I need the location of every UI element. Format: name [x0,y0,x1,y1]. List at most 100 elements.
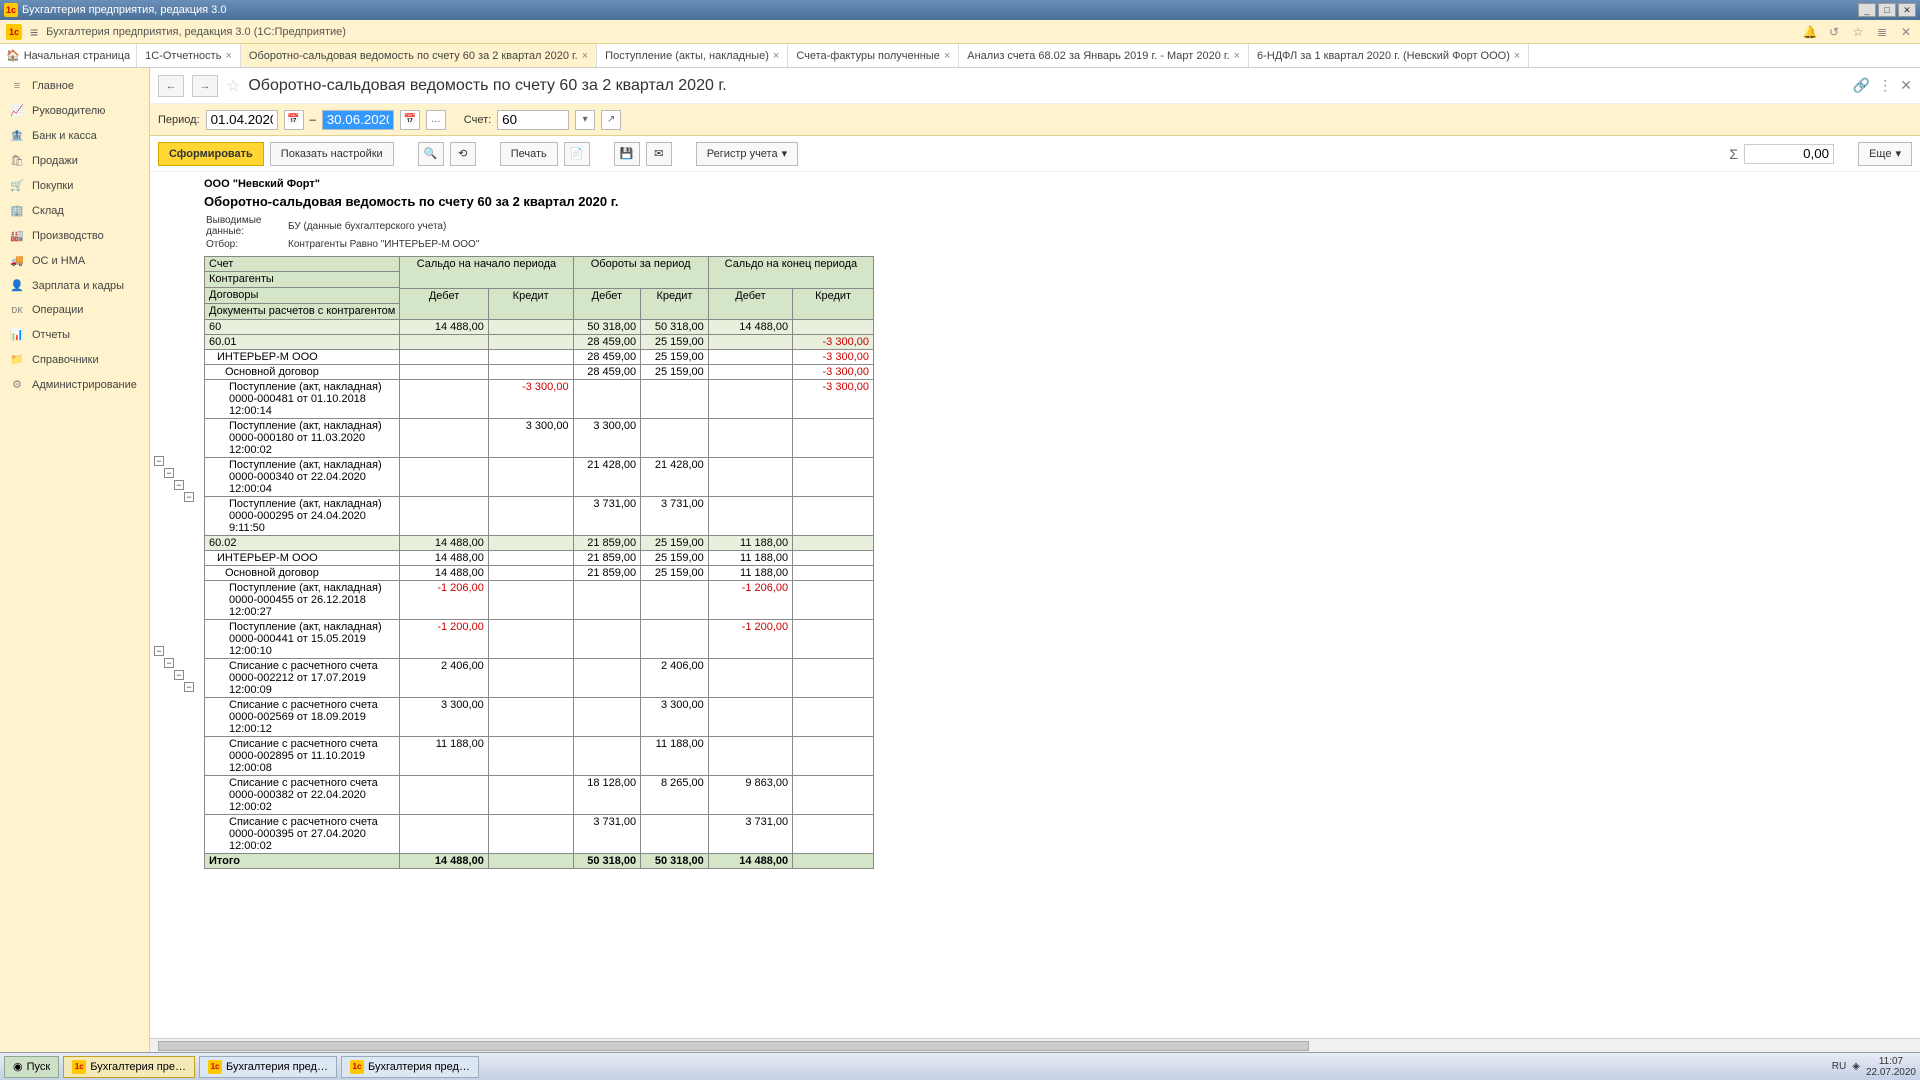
taskbar-label: Бухгалтерия пре… [90,1061,186,1073]
taskbar-app3[interactable]: 1cБухгалтерия пред… [341,1056,479,1078]
tab-close-icon[interactable]: × [1514,50,1520,62]
save-button[interactable]: 💾 [614,142,640,166]
maximize-button[interactable]: □ [1878,3,1896,17]
sidebar-label: ОС и НМА [32,255,85,267]
table-row[interactable]: Списание с расчетного счета 0000-002895 … [205,737,874,776]
taskbar-app1[interactable]: 1cБухгалтерия пре… [63,1056,195,1078]
sidebar-item[interactable]: 🏭Производство [0,223,149,248]
table-row[interactable]: Списание с расчетного счета 0000-002569 … [205,698,874,737]
nav-back-button[interactable]: ← [158,75,184,97]
tab-invoice[interactable]: Счета-фактуры полученные× [788,44,959,67]
more-icon[interactable]: ⋮ [1878,77,1892,94]
sidebar-item[interactable]: 🏢Склад [0,198,149,223]
horizontal-scrollbar[interactable] [150,1038,1920,1052]
table-row[interactable]: Списание с расчетного счета 0000-000382 … [205,776,874,815]
table-row[interactable]: Списание с расчетного счета 0000-000395 … [205,815,874,854]
sidebar-item[interactable]: ᴅᴋОперации [0,298,149,322]
tree-toggle-icon[interactable]: − [184,682,194,692]
table-row[interactable]: Поступление (акт, накладная) 0000-000441… [205,620,874,659]
table-row[interactable]: Итого14 488,0050 318,0050 318,0014 488,0… [205,854,874,869]
link-icon[interactable]: 🔗 [1853,77,1870,94]
table-row[interactable]: ИНТЕРЬЕР-М ООО28 459,0025 159,00-3 300,0… [205,350,874,365]
sum-input[interactable] [1744,144,1834,164]
show-settings-button[interactable]: Показать настройки [270,142,394,166]
register-button[interactable]: Регистр учета ▾ [696,142,798,166]
tray-icon[interactable]: ◈ [1852,1061,1860,1072]
sidebar-item[interactable]: 🛒Покупки [0,173,149,198]
email-button[interactable]: ✉ [646,142,672,166]
table-row[interactable]: Поступление (акт, накладная) 0000-000481… [205,380,874,419]
clock[interactable]: 11:07 22.07.2020 [1866,1056,1916,1078]
nav-forward-button[interactable]: → [192,75,218,97]
tree-toggle-icon[interactable]: − [174,670,184,680]
table-row[interactable]: ИНТЕРЬЕР-М ООО14 488,0021 859,0025 159,0… [205,551,874,566]
tree-toggle-icon[interactable]: − [154,456,164,466]
sidebar-item[interactable]: 🏦Банк и касса [0,123,149,148]
account-open-icon[interactable]: ↗ [601,110,621,130]
table-row[interactable]: Поступление (акт, накладная) 0000-000455… [205,581,874,620]
account-input[interactable] [497,110,569,130]
sidebar-item[interactable]: ≡Главное [0,74,149,98]
sidebar-item[interactable]: 🛍Продажи [0,148,149,173]
col-opening: Сальдо на начало периода [400,257,573,289]
table-row[interactable]: Основной договор28 459,0025 159,00-3 300… [205,365,874,380]
taskbar-app2[interactable]: 1cБухгалтерия пред… [199,1056,337,1078]
sidebar-item[interactable]: 📁Справочники [0,347,149,372]
print-button[interactable]: Печать [500,142,558,166]
tab-close-icon[interactable]: × [1234,50,1240,62]
sidebar-item[interactable]: 📈Руководителю [0,98,149,123]
account-dropdown-icon[interactable]: ▾ [575,110,595,130]
table-row[interactable]: 60.0128 459,0025 159,00-3 300,00 [205,335,874,350]
tab-osv60[interactable]: Оборотно-сальдовая ведомость по счету 60… [241,44,597,67]
tree-toggle-icon[interactable]: − [164,658,174,668]
tab-close-icon[interactable]: × [225,50,231,62]
find-button[interactable]: 🔍 [418,142,444,166]
tree-toggle-icon[interactable]: − [164,468,174,478]
bell-icon[interactable]: 🔔 [1802,24,1818,40]
calendar-to-icon[interactable]: 📅 [400,110,420,130]
sidebar-item[interactable]: 🚚ОС и НМА [0,248,149,273]
app-close-icon[interactable]: ✕ [1898,24,1914,40]
table-row[interactable]: Поступление (акт, накладная) 0000-000340… [205,458,874,497]
tab-analysis[interactable]: Анализ счета 68.02 за Январь 2019 г. - М… [959,44,1249,67]
history-icon[interactable]: ↺ [1826,24,1842,40]
form-report-button[interactable]: Сформировать [158,142,264,166]
language-indicator[interactable]: RU [1832,1061,1846,1072]
period-from-input[interactable] [206,110,278,130]
refresh-button[interactable]: ⟲ [450,142,476,166]
calendar-from-icon[interactable]: 📅 [284,110,304,130]
table-row[interactable]: Поступление (акт, накладная) 0000-000180… [205,419,874,458]
sidebar-item[interactable]: 👤Зарплата и кадры [0,273,149,298]
hamburger-icon[interactable]: ≡ [30,24,38,40]
minimize-button[interactable]: _ [1858,3,1876,17]
period-to-input[interactable] [322,110,394,130]
tab-1c-report[interactable]: 1С-Отчетность× [137,44,241,67]
close-page-icon[interactable]: ✕ [1900,77,1912,94]
table-row[interactable]: Списание с расчетного счета 0000-002212 … [205,659,874,698]
tab-close-icon[interactable]: × [944,50,950,62]
sidebar-item[interactable]: ⚙Администрирование [0,372,149,397]
period-picker-button[interactable]: … [426,110,446,130]
table-row[interactable]: 6014 488,0050 318,0050 318,0014 488,00 [205,320,874,335]
tab-home[interactable]: 🏠Начальная страница [0,44,137,67]
tab-close-icon[interactable]: × [582,50,588,62]
sidebar-item[interactable]: 📊Отчеты [0,322,149,347]
close-window-button[interactable]: ✕ [1898,3,1916,17]
app-settings-icon[interactable]: ≣ [1874,24,1890,40]
app-logo-icon: 1c [4,3,18,17]
star-icon[interactable]: ☆ [1850,24,1866,40]
tree-toggle-icon[interactable]: − [154,646,164,656]
table-row[interactable]: Основной договор14 488,0021 859,0025 159… [205,566,874,581]
start-button[interactable]: ◉Пуск [4,1056,59,1078]
tree-toggle-icon[interactable]: − [184,492,194,502]
print-preview-button[interactable]: 📄 [564,142,590,166]
more-button[interactable]: Еще ▾ [1858,142,1912,166]
report-params: Период: 📅 – 📅 … Счет: ▾ ↗ [150,104,1920,136]
table-row[interactable]: Поступление (акт, накладная) 0000-000295… [205,497,874,536]
tree-toggle-icon[interactable]: − [174,480,184,490]
tab-receipt[interactable]: Поступление (акты, накладные)× [597,44,788,67]
favorite-icon[interactable]: ☆ [226,76,240,96]
table-row[interactable]: 60.0214 488,0021 859,0025 159,0011 188,0… [205,536,874,551]
tab-6ndfl[interactable]: 6-НДФЛ за 1 квартал 2020 г. (Невский Фор… [1249,44,1529,67]
tab-close-icon[interactable]: × [773,50,779,62]
